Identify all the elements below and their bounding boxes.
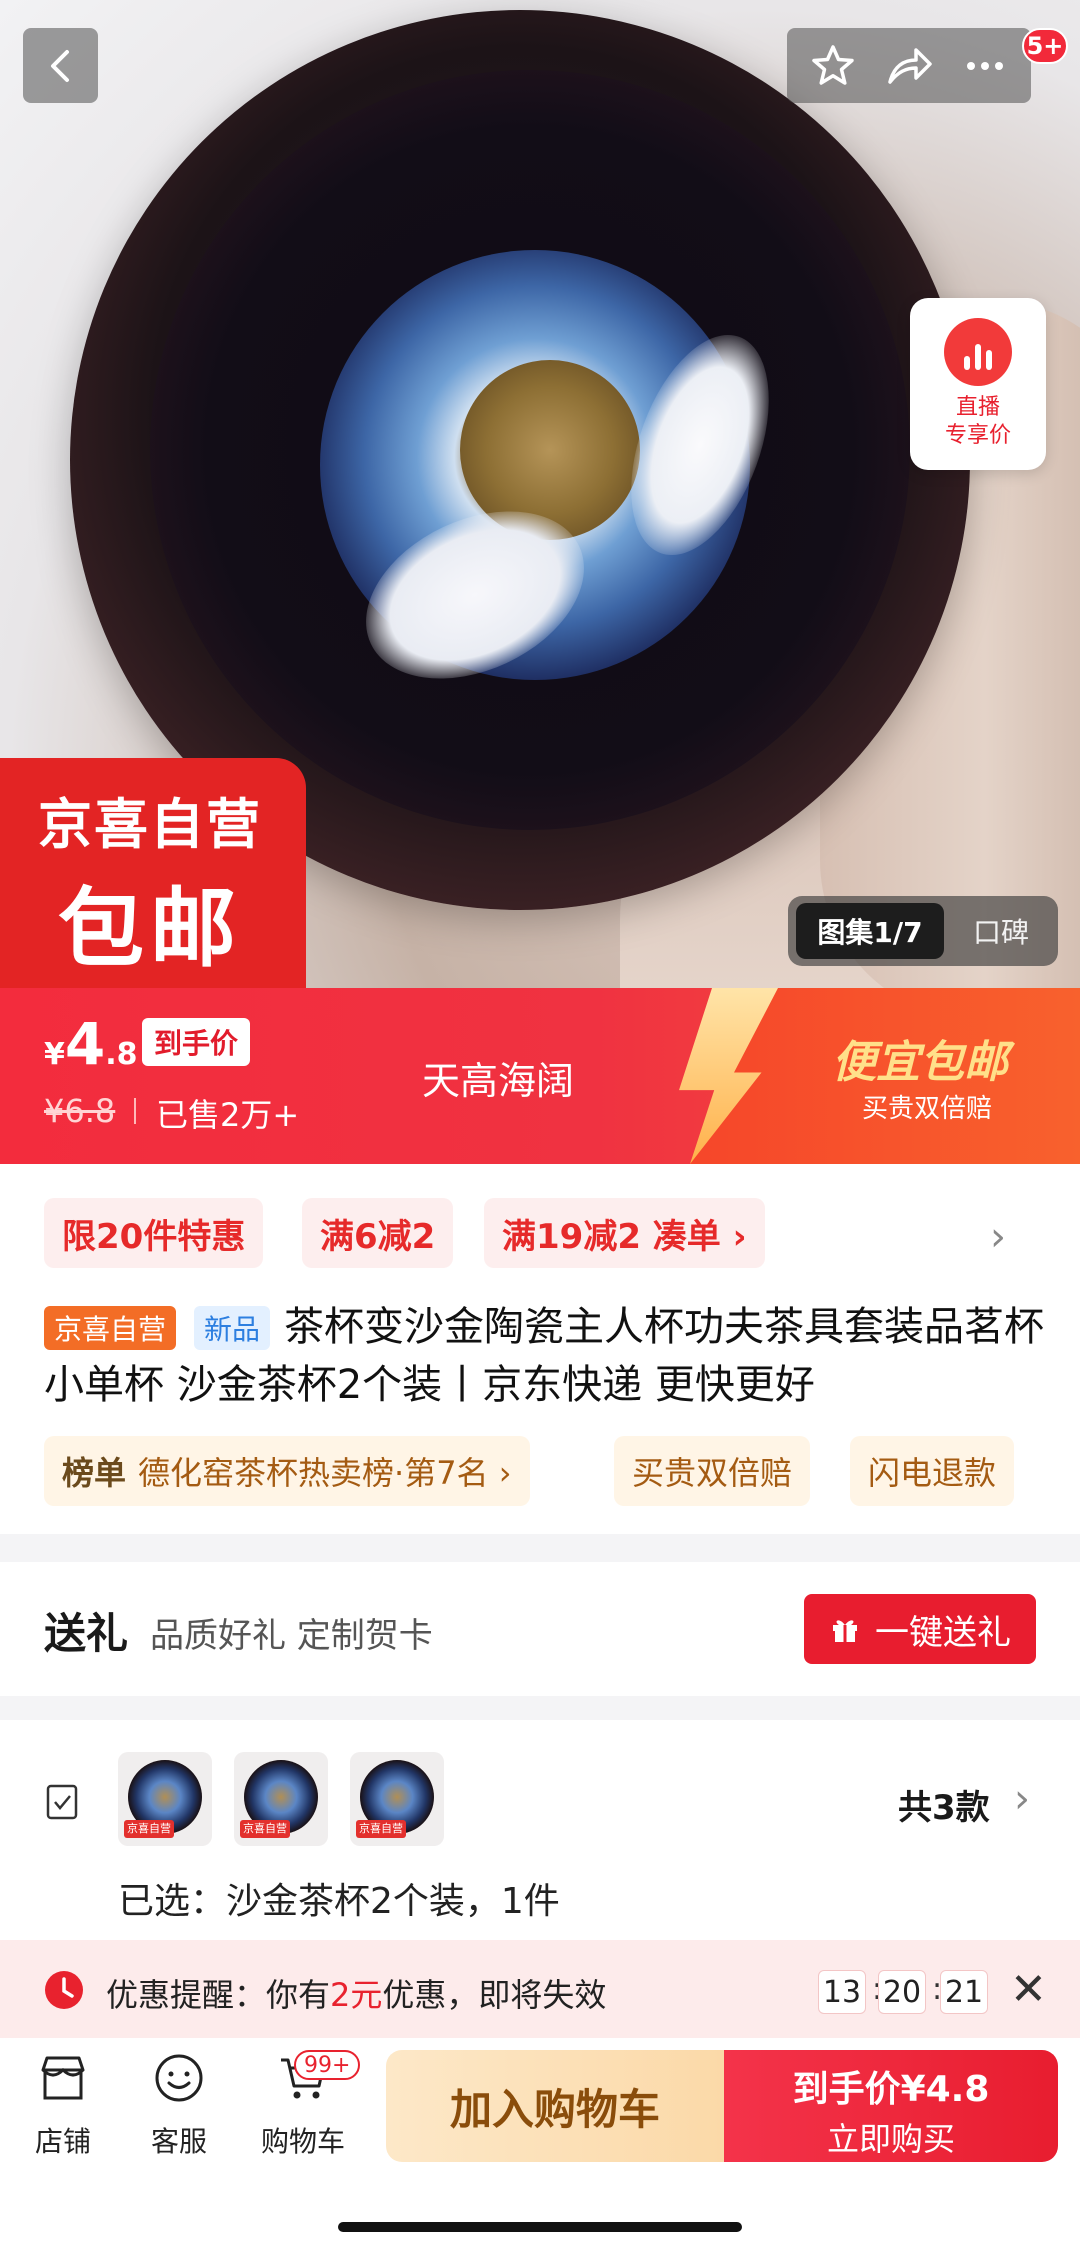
variant-thumb[interactable]: 京喜自营 — [118, 1752, 212, 1846]
ranking-value: 德化窑茶杯热卖榜·第7名 › — [138, 1454, 512, 1492]
ranking-chip[interactable]: 榜单 德化窑茶杯热卖榜·第7名 › — [44, 1436, 530, 1506]
more-button[interactable] — [953, 34, 1017, 98]
nav-service[interactable]: 客服 — [124, 2052, 234, 2160]
current-price: ¥4.8 — [44, 1010, 138, 1078]
original-price: ¥6.8 — [44, 1092, 116, 1130]
buy-label: 立即购买 — [826, 2120, 955, 2158]
top-actions — [787, 28, 1031, 103]
tab-reviews[interactable]: 口碑 — [944, 911, 1058, 951]
final-price-tag: 到手价 — [142, 1018, 251, 1066]
thumb-mark: 京喜自营 — [240, 1820, 290, 1838]
variant-thumb[interactable]: 京喜自营 — [234, 1752, 328, 1846]
back-arrow-icon — [50, 49, 69, 82]
more-icon — [967, 61, 1003, 70]
price-decimal: .8 — [105, 1037, 138, 1072]
gift-subtitle: 品质好礼 定制贺卡 — [150, 1616, 433, 1656]
gift-title: 送礼 — [44, 1609, 129, 1658]
store-icon — [41, 2056, 85, 2100]
promo-title: 便宜包邮 — [832, 1037, 1008, 1088]
tab-gallery[interactable]: 图集1/7 — [796, 903, 944, 959]
nav-service-label: 客服 — [150, 2125, 207, 2158]
promo-subtitle: 买贵双倍赔 — [862, 1094, 993, 1124]
sold-count: 已售2万+ — [156, 1096, 300, 1134]
smile-icon — [155, 2054, 203, 2102]
reminder-prefix: 优惠提醒：你有 — [106, 1976, 331, 2014]
live-price-button[interactable]: 直播 专享价 — [910, 298, 1046, 470]
share-button[interactable] — [877, 34, 941, 98]
ranking-label: 榜单 — [62, 1454, 127, 1492]
gift-icon — [833, 1620, 857, 1642]
send-gift-button[interactable]: 一键送礼 — [804, 1594, 1036, 1664]
variant-thumb[interactable]: 京喜自营 — [350, 1752, 444, 1846]
price-currency: ¥ — [44, 1037, 65, 1072]
countdown-minutes: 20 — [878, 1970, 926, 2014]
new-tag: 新品 — [194, 1306, 271, 1350]
back-button[interactable] — [23, 28, 98, 103]
close-icon[interactable]: ✕ — [1010, 1964, 1047, 2015]
promo-chip[interactable]: 限20件特惠 — [44, 1198, 264, 1268]
self-operated-tag: 京喜自营 — [44, 1306, 177, 1350]
buy-now-button[interactable]: 到手价¥4.8 立即购买 — [724, 2050, 1058, 2162]
buy-price: 到手价¥4.8 — [792, 2069, 990, 2110]
home-indicator[interactable] — [338, 2222, 742, 2232]
countdown-hours: 13 — [818, 1970, 866, 2014]
promo-chip[interactable]: 满6减2 — [302, 1198, 454, 1268]
jx-free-shipping-sticker: 京喜自营 包邮 — [0, 758, 306, 988]
nav-cart-label: 购物车 — [260, 2125, 345, 2158]
nav-shop[interactable]: 店铺 — [8, 2052, 118, 2160]
selected-variant: 已选：沙金茶杯2个装，1件 — [118, 1881, 560, 1922]
clock-icon — [45, 1971, 83, 2009]
countdown-seconds: 21 — [940, 1970, 988, 2014]
reminder-amount: 2元 — [330, 1976, 383, 2014]
thumb-mark: 京喜自营 — [356, 1820, 406, 1838]
share-icon — [888, 47, 932, 84]
live-label-1: 直播 — [955, 395, 1000, 420]
send-gift-label: 一键送礼 — [875, 1612, 1011, 1653]
live-icon — [944, 318, 1012, 386]
promo-chip[interactable]: 满19减2 凑单 › — [484, 1198, 765, 1268]
star-icon — [812, 44, 854, 85]
reminder-text: 优惠提醒：你有2元优惠，即将失效 — [106, 1970, 606, 2016]
spec-icon — [46, 1784, 78, 1820]
live-label-2: 专享价 — [944, 423, 1011, 448]
service-tag[interactable]: 买贵双倍赔 — [614, 1436, 811, 1506]
message-badge: 5+ — [1022, 28, 1068, 64]
nav-shop-label: 店铺 — [34, 2125, 91, 2158]
variant-count[interactable]: 共3款 — [898, 1780, 990, 1829]
chevron-right-icon[interactable]: › — [1014, 1776, 1030, 1822]
chevron-right-icon[interactable]: › — [990, 1214, 1006, 1260]
divider — [134, 1098, 136, 1124]
thumb-mark: 京喜自营 — [124, 1820, 174, 1838]
reminder-suffix: 优惠，即将失效 — [382, 1976, 607, 2014]
shop-slogan: 天高海阔 — [422, 1059, 575, 1103]
service-tag[interactable]: 闪电退款 — [850, 1436, 1015, 1506]
price-integer: 4 — [64, 1010, 106, 1078]
favorite-button[interactable] — [801, 34, 865, 98]
gallery-toggle: 图集1/7 口碑 — [788, 896, 1058, 966]
sticker-line-1: 京喜自营 — [38, 793, 262, 856]
sticker-line-2: 包邮 — [58, 879, 242, 979]
cart-badge: 99+ — [294, 2050, 361, 2080]
add-to-cart-button[interactable]: 加入购物车 — [386, 2050, 724, 2162]
